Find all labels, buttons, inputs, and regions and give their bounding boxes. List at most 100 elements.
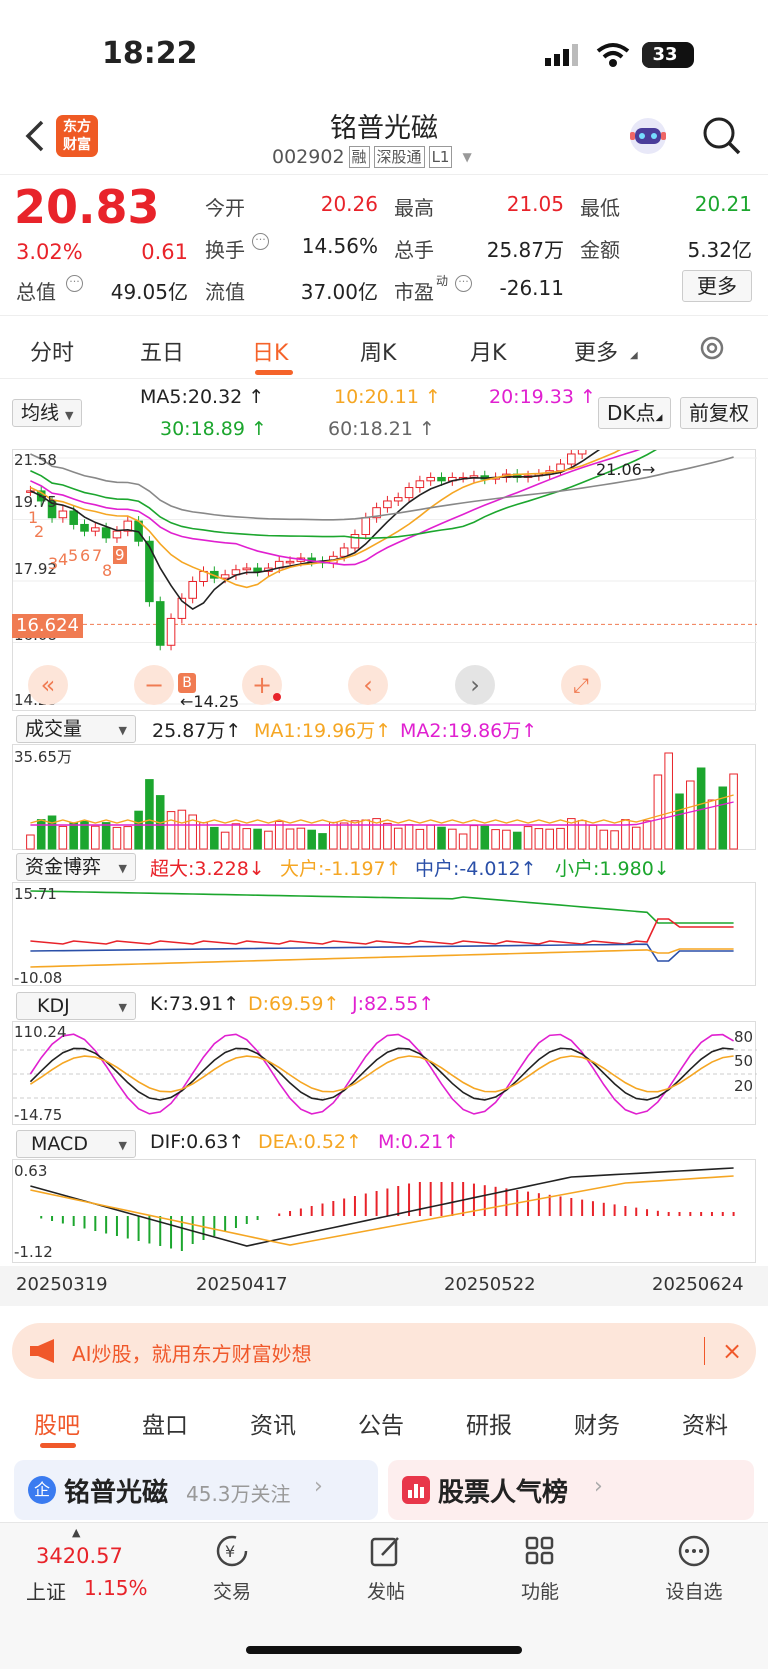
- tab-news[interactable]: 资讯: [250, 1406, 296, 1440]
- fund-small-line: [30, 890, 734, 924]
- tab-five-day[interactable]: 五日: [140, 335, 184, 367]
- macd-select[interactable]: MACD ▼: [16, 1130, 136, 1158]
- nav-post[interactable]: 发帖: [341, 1577, 431, 1604]
- settings-icon[interactable]: [697, 333, 727, 363]
- candle: [567, 453, 576, 465]
- candle: [242, 567, 252, 571]
- kdj-level-50: 50: [734, 1052, 754, 1070]
- volume-bar: [307, 829, 316, 850]
- volume-bar: [426, 824, 435, 850]
- caret-up-icon: ▲: [72, 1526, 81, 1539]
- watchlist-icon[interactable]: [676, 1533, 712, 1569]
- wifi-icon: [596, 42, 630, 68]
- tab-pankou[interactable]: 盘口: [142, 1406, 188, 1440]
- info-icon[interactable]: ···: [455, 275, 472, 292]
- dk-point-button[interactable]: DK点◢: [598, 397, 672, 429]
- rank-icon: [402, 1476, 430, 1504]
- stock-forum-card[interactable]: 企 铭普光磁 45.3万关注 ›: [14, 1460, 378, 1520]
- adjust-button[interactable]: 前复权: [680, 397, 758, 429]
- date-label-1: 20250319: [16, 1274, 108, 1295]
- index-value[interactable]: 3420.57: [36, 1544, 123, 1568]
- volume-ma2: MA2:19.86万↑: [400, 720, 538, 742]
- search-icon[interactable]: [702, 116, 742, 156]
- signal-num-6: 6: [80, 546, 91, 565]
- tab-announcement[interactable]: 公告: [358, 1406, 404, 1440]
- scroll-left-icon[interactable]: ‹: [348, 665, 388, 705]
- function-icon[interactable]: [522, 1533, 558, 1569]
- zoom-out-icon[interactable]: −: [134, 665, 174, 705]
- volume-chart[interactable]: [12, 744, 756, 850]
- fund-select[interactable]: 资金博弈 ▼: [16, 853, 136, 881]
- stock-subtitle[interactable]: 002902 融 深股通 L1 ▼: [272, 146, 472, 168]
- ma30-legend-text: 30:18.89: [160, 418, 245, 440]
- candle: [350, 534, 360, 549]
- ma30-legend: 30:18.89 ↑: [160, 418, 267, 440]
- robot-assistant-icon[interactable]: [626, 114, 670, 158]
- alert-dot: [273, 693, 281, 701]
- volume-bar: [199, 822, 208, 850]
- popularity-card[interactable]: 股票人气榜 ›: [388, 1460, 754, 1520]
- trade-icon[interactable]: ¥: [214, 1533, 250, 1569]
- tab-guba[interactable]: 股吧: [34, 1406, 80, 1440]
- ma-select-label: 均线: [21, 402, 60, 424]
- fund-big-line: [30, 948, 734, 968]
- fullscreen-icon[interactable]: ⤢: [561, 665, 601, 705]
- info-icon[interactable]: ···: [252, 233, 269, 250]
- volume-bar: [285, 828, 295, 850]
- tab-monthly-k[interactable]: 月K: [470, 335, 506, 367]
- kdj-j-text: J:82.55: [352, 993, 419, 1015]
- fund-big-text: 大户:-1.197: [280, 858, 386, 880]
- stock-code: 002902: [272, 146, 345, 168]
- candle: [556, 463, 565, 472]
- kdj-chart[interactable]: [12, 1021, 757, 1125]
- enterprise-icon: 企: [28, 1476, 56, 1504]
- volume-bar: [36, 819, 46, 850]
- kdj-level-20: 20: [734, 1077, 754, 1095]
- stat-pe-label: 市盈: [394, 280, 434, 304]
- chevron-down-icon: ▼: [462, 150, 472, 164]
- tab-research[interactable]: 研报: [466, 1406, 512, 1440]
- macd-y-min: -1.12: [14, 1243, 53, 1261]
- volume-bar: [675, 793, 684, 850]
- volume-bar: [599, 829, 609, 850]
- candle: [220, 574, 230, 579]
- candle: [101, 527, 111, 539]
- badge-margin: 融: [348, 146, 370, 168]
- ma-select[interactable]: 均线 ▼: [12, 399, 83, 427]
- kline-chart[interactable]: [12, 449, 757, 711]
- buy-marker[interactable]: B: [178, 673, 196, 693]
- chevron-down-icon: ▼: [118, 1001, 127, 1014]
- signal-num-8: 8: [102, 561, 113, 580]
- fund-big: 大户:-1.197↑: [280, 858, 402, 880]
- macd-chart[interactable]: [12, 1159, 756, 1263]
- fund-mid: 中户:-4.012↑: [415, 858, 537, 880]
- volume-bar: [101, 822, 111, 850]
- ma5-legend: MA5:20.32 ↑: [140, 386, 265, 408]
- fund-chart[interactable]: [12, 882, 756, 986]
- nav-function[interactable]: 功能: [495, 1577, 585, 1604]
- tab-daily-k[interactable]: 日K: [252, 335, 288, 367]
- nav-watchlist[interactable]: 设自选: [649, 1577, 739, 1604]
- tab-profile[interactable]: 资料: [682, 1406, 728, 1440]
- volume-bar: [296, 827, 306, 850]
- more-button[interactable]: 更多: [682, 270, 752, 302]
- ai-banner[interactable]: AI炒股，就用东方财富妙想 ×: [12, 1323, 756, 1379]
- kdj-select[interactable]: KDJ ▼: [16, 992, 136, 1020]
- kline-y-max: 21.58: [14, 451, 57, 469]
- volume-select[interactable]: 成交量 ▼: [16, 715, 136, 743]
- scroll-right-icon[interactable]: ›: [455, 665, 495, 705]
- volume-bar: [458, 833, 468, 850]
- tab-finance[interactable]: 财务: [574, 1406, 620, 1440]
- chevron-right-icon: ›: [314, 1474, 323, 1499]
- nav-trade[interactable]: 交易: [187, 1577, 277, 1604]
- tab-more[interactable]: 更多: [574, 335, 618, 367]
- post-icon[interactable]: [368, 1533, 404, 1569]
- scroll-left-fast-icon[interactable]: «: [28, 665, 68, 705]
- stat-open-value: 20.26: [320, 192, 378, 216]
- tab-weekly-k[interactable]: 周K: [360, 335, 396, 367]
- tab-intraday[interactable]: 分时: [30, 335, 74, 367]
- info-icon[interactable]: ···: [66, 275, 83, 292]
- volume-y-max: 35.65万: [14, 748, 72, 766]
- close-icon[interactable]: ×: [718, 1337, 746, 1365]
- ma60-legend-text: 60:18.21: [328, 418, 413, 440]
